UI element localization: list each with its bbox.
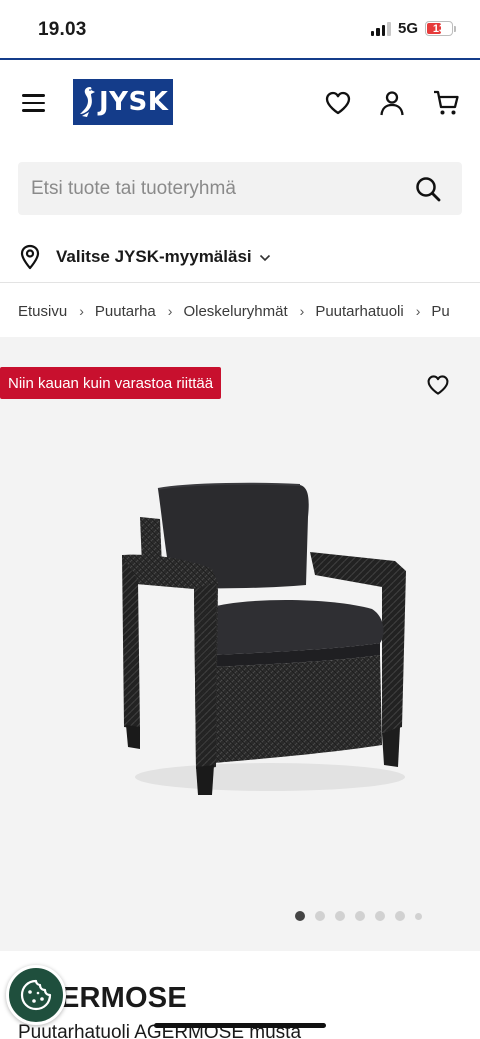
store-selector[interactable]: Valitse JYSK-myymäläsi (18, 238, 271, 276)
product-title: ERMOSE (60, 982, 187, 1014)
chevron-right-icon: › (79, 303, 84, 319)
pagination-dot[interactable] (295, 911, 305, 921)
network-type: 5G (397, 20, 418, 37)
product-gallery[interactable]: Niin kauan kuin varastoa riittää (0, 337, 480, 951)
chevron-right-icon: › (299, 303, 305, 319)
breadcrumb: Etusivu › Puutarha › Oleskeluryhmät › Pu… (18, 298, 480, 324)
pagination-dot[interactable] (415, 912, 422, 920)
pagination-dot[interactable] (335, 911, 345, 921)
breadcrumb-item[interactable]: Oleskeluryhmät (183, 303, 287, 320)
cart-icon[interactable] (432, 89, 460, 117)
user-icon[interactable] (378, 89, 406, 117)
search-bar (18, 162, 462, 215)
goose-icon (80, 87, 95, 117)
battery-icon: 13 (425, 21, 456, 36)
wishlist-heart-icon[interactable] (426, 373, 450, 397)
jysk-logo[interactable]: JYSK (73, 79, 173, 125)
pagination-dot[interactable] (375, 911, 385, 921)
breadcrumb-item[interactable]: Puutarhatuoli (315, 303, 403, 320)
pagination-dot[interactable] (395, 911, 405, 921)
cookie-settings-button[interactable] (6, 965, 66, 1025)
pagination-dot[interactable] (315, 911, 325, 921)
menu-icon[interactable] (22, 94, 45, 112)
store-selector-label: Valitse JYSK-myymäläsi (56, 247, 252, 266)
search-input[interactable] (18, 162, 398, 215)
battery-level: 13 (432, 22, 446, 35)
status-time: 19.03 (38, 19, 87, 40)
breadcrumb-item[interactable]: Pu (431, 303, 449, 320)
chevron-down-icon (259, 254, 270, 262)
chevron-right-icon: › (415, 303, 421, 319)
site-header: JYSK (0, 60, 480, 146)
home-indicator (154, 1023, 326, 1028)
status-bar: 19.03 5G 13 (0, 0, 480, 58)
status-indicators: 5G 13 (370, 20, 456, 37)
product-image (122, 482, 406, 795)
chevron-right-icon: › (167, 303, 173, 319)
breadcrumb-item[interactable]: Etusivu (18, 303, 67, 320)
pagination-dot[interactable] (355, 911, 365, 921)
location-pin-icon (20, 244, 40, 270)
search-icon[interactable] (414, 175, 442, 203)
image-pagination (295, 911, 422, 921)
stock-badge: Niin kauan kuin varastoa riittää (0, 367, 222, 399)
heart-icon[interactable] (324, 89, 352, 117)
cookie-icon (20, 979, 52, 1011)
signal-icon (370, 21, 391, 36)
divider (0, 282, 480, 283)
breadcrumb-item[interactable]: Puutarha (95, 303, 156, 320)
brand-name: JYSK (99, 87, 169, 117)
